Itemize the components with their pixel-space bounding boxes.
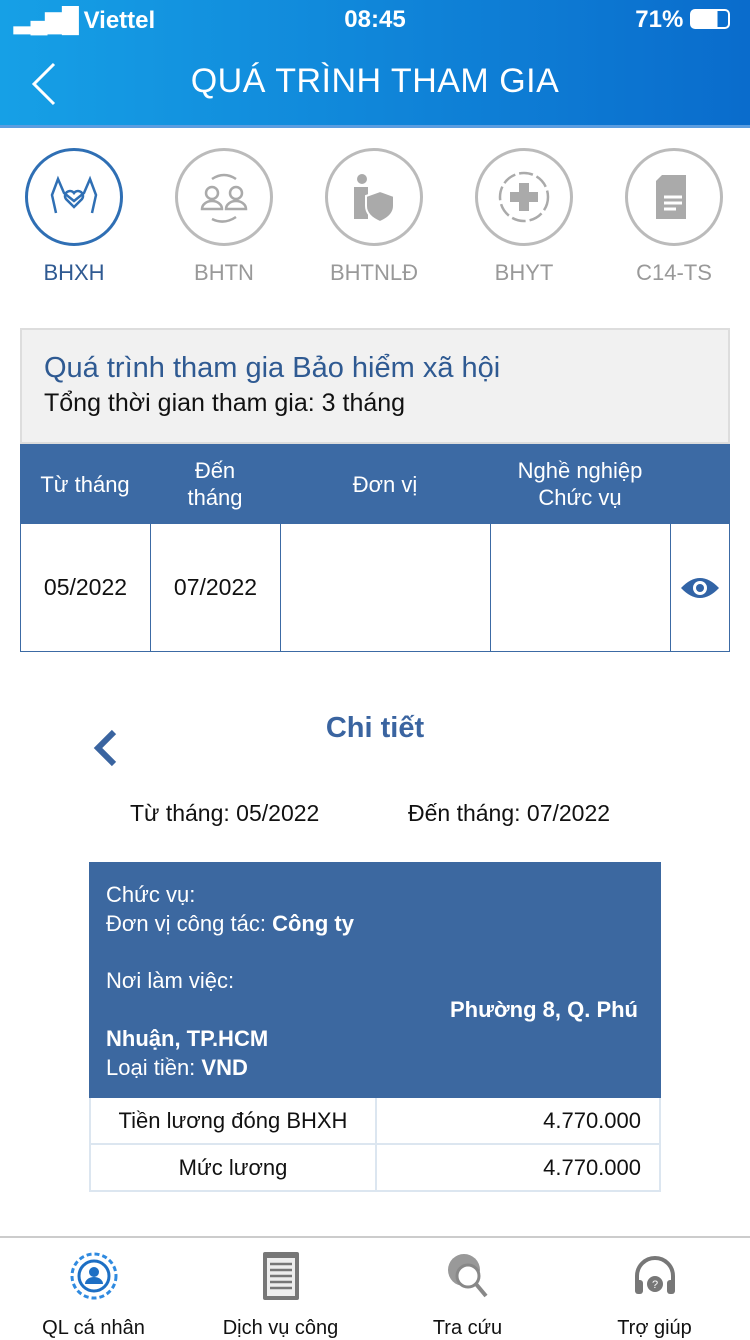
nav-ql-ca-nhan[interactable]: QL cá nhân	[0, 1250, 187, 1340]
workplace-value-1: Phường 8, Q. Phú	[449, 997, 638, 1022]
globe-search-icon	[447, 1254, 488, 1298]
nav-label: Tra cứu	[432, 1317, 503, 1339]
header-bar: ▂▄▆█ Viettel 08:45 71% QUÁ TRÌNH THAM GI…	[0, 0, 750, 128]
headset-help-icon: ?	[634, 1256, 675, 1294]
salary-row: Tiền lương đóng BHXH 4.770.000	[89, 1098, 661, 1145]
detail-to: Đến tháng: 07/2022	[408, 800, 611, 826]
summary-total: Tổng thời gian tham gia: 3 tháng	[44, 389, 406, 417]
position-label: Chức vụ:	[106, 882, 196, 907]
currency-value: VND	[201, 1055, 248, 1080]
nav-tra-cuu[interactable]: Tra cứu	[374, 1250, 561, 1340]
worker-shield-icon	[325, 148, 423, 246]
battery: 71%	[635, 6, 730, 34]
summary-card: Quá trình tham gia Bảo hiểm xã hội Tổng …	[20, 328, 730, 444]
tab-label: BHYT	[494, 260, 554, 285]
tab-label: BHTN	[194, 260, 254, 285]
nav-label: QL cá nhân	[42, 1317, 145, 1339]
col-unit: Đơn vị	[280, 444, 490, 524]
cell-unit	[280, 524, 491, 652]
workplace-value-2: Nhuận, TP.HCM	[106, 1026, 269, 1051]
nav-label: Trợ giúp	[617, 1317, 692, 1339]
tab-label: C14-TS	[636, 260, 712, 285]
page-title: QUÁ TRÌNH THAM GIA	[190, 62, 560, 100]
bottom-nav: QL cá nhân Dịch vụ công Tra cứu ? Trợ giú…	[0, 1236, 750, 1339]
col-to: Đến tháng	[150, 444, 280, 524]
cell-to: 07/2022	[150, 524, 281, 652]
unit-value: Công ty	[272, 911, 354, 936]
medical-cross-icon	[475, 148, 573, 246]
detail-box: Chức vụ: Đơn vị công tác: Công ty Nơi là…	[89, 862, 661, 1098]
nav-tro-giup[interactable]: ? Trợ giúp	[561, 1250, 748, 1340]
document-icon	[625, 148, 723, 246]
clipboard-icon	[262, 1252, 299, 1300]
col-job: Nghề nghiệp Chức vụ	[490, 444, 670, 524]
workplace-label: Nơi làm việc:	[106, 968, 235, 993]
svg-text:?: ?	[651, 1279, 657, 1291]
hands-heart-icon	[25, 148, 123, 246]
user-gear-icon	[70, 1252, 117, 1300]
tab-c14ts[interactable]: C14-TS	[619, 148, 729, 286]
tab-bhxh[interactable]: BHXH	[19, 148, 129, 286]
battery-level: 71%	[635, 6, 684, 33]
salary-row: Mức lương 4.770.000	[89, 1145, 661, 1192]
col-action	[670, 444, 730, 524]
detail-title: Chi tiết	[325, 712, 425, 744]
tab-bhtnld[interactable]: BHTNLĐ	[319, 148, 429, 286]
salary-value: 4.770.000	[543, 1154, 641, 1180]
col-from: Từ tháng	[20, 444, 150, 524]
tab-label: BHTNLĐ	[329, 260, 418, 285]
eye-icon	[681, 577, 719, 598]
summary-title: Quá trình tham gia Bảo hiểm xã hội	[44, 352, 501, 384]
tab-bhtn[interactable]: BHTN	[169, 148, 279, 286]
view-button[interactable]	[670, 524, 730, 652]
nav-label: Dịch vụ công	[222, 1317, 339, 1339]
unit-label: Đơn vị công tác:	[106, 911, 273, 936]
battery-icon	[690, 9, 730, 29]
salary-value: 4.770.000	[543, 1107, 641, 1133]
tab-label: BHXH	[43, 260, 105, 285]
tab-bhyt[interactable]: BHYT	[469, 148, 579, 286]
salary-label: Tiền lương đóng BHXH	[91, 1098, 377, 1143]
currency-label: Loại tiền:	[106, 1055, 202, 1080]
cell-job	[490, 524, 671, 652]
cell-from: 05/2022	[20, 524, 151, 652]
salary-label: Mức lương	[91, 1145, 377, 1190]
people-exchange-icon	[175, 148, 273, 246]
nav-dich-vu-cong[interactable]: Dịch vụ công	[187, 1250, 374, 1340]
detail-from: Từ tháng: 05/2022	[130, 800, 320, 826]
